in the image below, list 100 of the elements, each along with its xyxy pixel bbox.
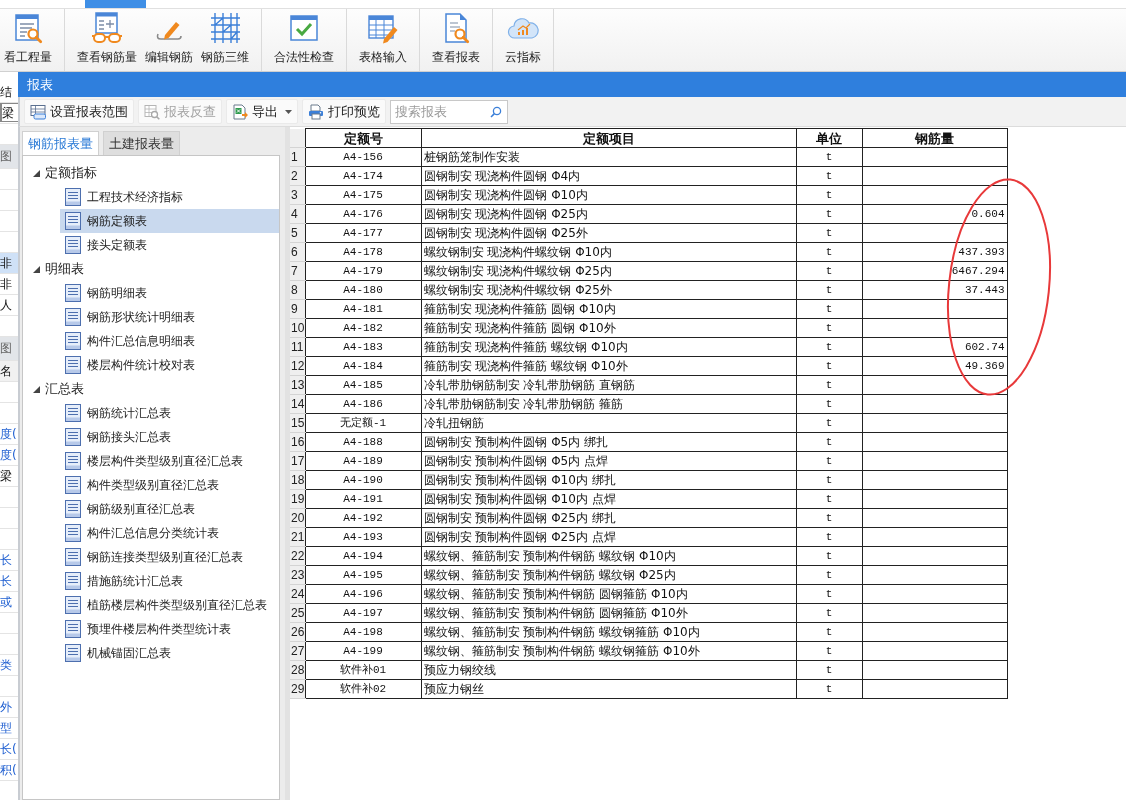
quota-item-cell: 螺纹钢、箍筋制安 预制构件钢筋 螺纹钢 Φ10内 xyxy=(421,546,796,566)
ribbon-button[interactable]: 表格输入 xyxy=(355,9,411,71)
document-list-icon xyxy=(65,212,81,230)
ribbon-button[interactable]: 查看报表 xyxy=(428,9,484,71)
ribbon-button[interactable]: 看工程量 xyxy=(0,9,56,71)
property-link[interactable]: 外 xyxy=(0,697,18,718)
tree-group[interactable]: 定额指标 xyxy=(23,161,279,185)
tree-item[interactable]: 构件类型级别直径汇总表 xyxy=(60,473,279,497)
quota-code-cell: A4-179 xyxy=(305,261,421,281)
tree-item[interactable]: 机械锚固汇总表 xyxy=(60,641,279,665)
tree-item[interactable]: 接头定额表 xyxy=(60,233,279,257)
toolbar-button[interactable]: 打印预览 xyxy=(302,99,386,124)
property-row[interactable]: 非 xyxy=(0,253,18,274)
tree-item[interactable]: 钢筋定额表 xyxy=(60,209,279,233)
tree-group[interactable]: 汇总表 xyxy=(23,377,279,401)
tree-item[interactable]: 钢筋级别直径汇总表 xyxy=(60,497,279,521)
quota-code-cell: A4-175 xyxy=(305,185,421,205)
quota-code-cell: A4-182 xyxy=(305,318,421,338)
quota-code-cell: A4-177 xyxy=(305,223,421,243)
quota-item-cell: 冷轧带肋钢筋制安 冷轧带肋钢筋 直钢筋 xyxy=(421,375,796,395)
quota-item-cell: 冷轧扭钢筋 xyxy=(421,413,796,433)
document-list-icon xyxy=(65,236,81,254)
tree-item[interactable]: 钢筋统计汇总表 xyxy=(60,401,279,425)
quota-code-cell: A4-184 xyxy=(305,356,421,376)
column-header: 名 xyxy=(0,361,18,382)
property-link[interactable]: 或 xyxy=(0,592,18,613)
report-tab[interactable]: 钢筋报表量 xyxy=(22,131,99,155)
tree-item[interactable]: 构件汇总信息分类统计表 xyxy=(60,521,279,545)
tree-item[interactable]: 植筋楼层构件类型级别直径汇总表 xyxy=(60,593,279,617)
tree-item[interactable]: 钢筋接头汇总表 xyxy=(60,425,279,449)
property-link[interactable]: 长 xyxy=(0,571,18,592)
document-list-icon xyxy=(65,500,81,518)
document-list-icon xyxy=(65,404,81,422)
unit-cell: t xyxy=(796,603,862,623)
toolbar-button[interactable]: 设置报表范围 xyxy=(24,99,134,124)
quota-code-cell: A4-183 xyxy=(305,337,421,357)
table-search-icon xyxy=(144,103,160,120)
quota-item-cell: 圆钢制安 预制构件圆钢 Φ25内 点焊 xyxy=(421,527,796,547)
document-list-icon xyxy=(65,572,81,590)
quota-item-cell: 圆钢制安 预制构件圆钢 Φ5内 绑扎 xyxy=(421,432,796,452)
ribbon-button[interactable]: 钢筋三维 xyxy=(197,9,253,71)
tree-group[interactable]: 明细表 xyxy=(23,257,279,281)
unit-cell: t xyxy=(796,242,862,262)
ribbon-button[interactable]: 合法性检查 xyxy=(270,9,338,71)
input-field[interactable]: 梁 xyxy=(0,103,18,122)
quota-code-cell: A4-191 xyxy=(305,489,421,509)
dropdown-button[interactable]: 导出 xyxy=(226,99,298,124)
property-link[interactable]: 型 xyxy=(0,718,18,739)
unit-cell: t xyxy=(796,185,862,205)
panel-tab[interactable]: 图 xyxy=(0,145,18,169)
unit-cell: t xyxy=(796,261,862,281)
tree-item[interactable]: 构件汇总信息明细表 xyxy=(60,329,279,353)
unit-cell: t xyxy=(796,527,862,547)
dialog-title: 报表 xyxy=(27,75,53,94)
property-row[interactable]: 非 xyxy=(0,274,18,295)
tree-item[interactable]: 工程技术经济指标 xyxy=(60,185,279,209)
property-link[interactable]: 长 xyxy=(0,550,18,571)
tree-item[interactable]: 预埋件楼层构件类型统计表 xyxy=(60,617,279,641)
tree-item[interactable]: 钢筋形状统计明细表 xyxy=(60,305,279,329)
ribbon-button[interactable]: 查看钢筋量 xyxy=(73,9,141,71)
quota-item-cell: 圆钢制安 预制构件圆钢 Φ25内 绑扎 xyxy=(421,508,796,528)
unit-cell: t xyxy=(796,204,862,224)
document-glasses-icon xyxy=(91,12,123,44)
quota-code-cell: A4-188 xyxy=(305,432,421,452)
ribbon-button[interactable]: 编辑钢筋 xyxy=(141,9,197,71)
panel-tab[interactable]: 图 xyxy=(0,337,18,361)
unit-cell: t xyxy=(796,546,862,566)
property-row[interactable]: 人 xyxy=(0,295,18,316)
search-icon[interactable] xyxy=(490,105,502,118)
property-link[interactable]: 度( xyxy=(0,445,18,466)
tree-item[interactable]: 钢筋明细表 xyxy=(60,281,279,305)
table-range-icon xyxy=(30,103,46,120)
unit-cell: t xyxy=(796,565,862,585)
tree-item[interactable]: 楼层构件类型级别直径汇总表 xyxy=(60,449,279,473)
property-link[interactable]: 类 xyxy=(0,655,18,676)
caret-icon xyxy=(285,109,292,114)
document-list-icon xyxy=(65,620,81,638)
property-row[interactable]: 梁 xyxy=(0,466,18,487)
quota-code-cell: A4-178 xyxy=(305,242,421,262)
ribbon-button[interactable]: 云指标 xyxy=(501,9,545,71)
tree-item[interactable]: 措施筋统计汇总表 xyxy=(60,569,279,593)
report-tab[interactable]: 土建报表量 xyxy=(103,131,180,155)
quota-code-cell: 软件补02 xyxy=(305,679,421,699)
property-link[interactable]: 度( xyxy=(0,424,18,445)
search-field[interactable]: 搜索报表 xyxy=(390,99,508,124)
quota-code-cell: A4-156 xyxy=(305,147,421,167)
quota-code-cell: A4-180 xyxy=(305,280,421,300)
amount-cell: 37.443 xyxy=(862,280,1007,300)
tree-item[interactable]: 楼层构件统计校对表 xyxy=(60,353,279,377)
property-link[interactable]: 积( xyxy=(0,760,18,781)
quota-item-cell: 箍筋制安 现浇构件箍筋 圆钢 Φ10内 xyxy=(421,299,796,319)
quota-code-cell: A4-199 xyxy=(305,641,421,661)
quota-code-cell: A4-196 xyxy=(305,584,421,604)
property-link[interactable]: 长( xyxy=(0,739,18,760)
quota-item-cell: 预应力钢绞线 xyxy=(421,660,796,680)
unit-cell: t xyxy=(796,375,862,395)
unit-cell: t xyxy=(796,584,862,604)
tree-item[interactable]: 钢筋连接类型级别直径汇总表 xyxy=(60,545,279,569)
unit-cell: t xyxy=(796,318,862,338)
document-search-icon xyxy=(12,12,44,44)
